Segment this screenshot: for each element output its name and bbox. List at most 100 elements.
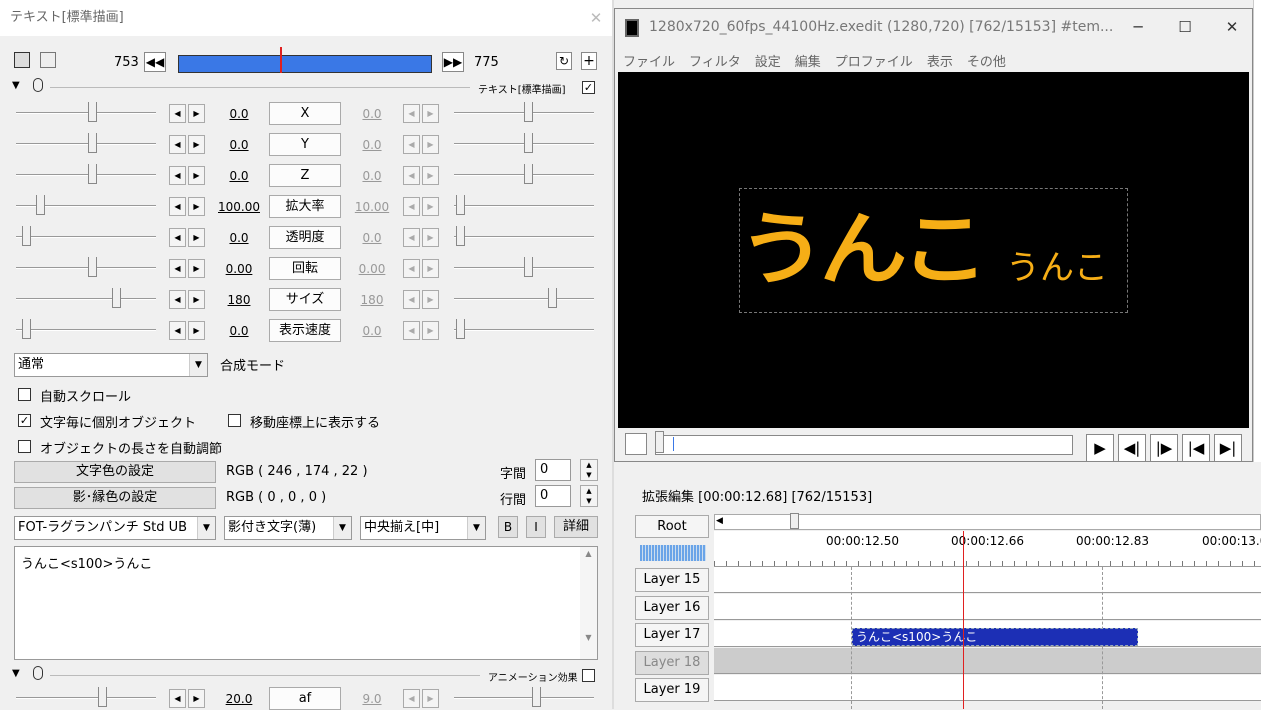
increment-icon[interactable]: ▶ — [188, 228, 205, 247]
right-slider-thumb[interactable] — [524, 102, 533, 122]
property-button[interactable]: af — [269, 687, 341, 710]
decrement-icon[interactable]: ◀ — [169, 259, 186, 278]
increment-icon[interactable]: ▶ — [188, 321, 205, 340]
right-slider-track[interactable] — [454, 236, 594, 238]
property-button[interactable]: サイズ — [269, 288, 341, 311]
right-value[interactable]: 180 — [347, 293, 397, 307]
detail-button[interactable]: 詳細 — [554, 516, 598, 538]
left-slider-thumb[interactable] — [22, 319, 31, 339]
right-slider-thumb[interactable] — [524, 257, 533, 277]
right-slider-thumb[interactable] — [532, 687, 541, 707]
maximize-button[interactable]: ☐ — [1162, 9, 1208, 45]
char-spacing-input[interactable]: 0 — [535, 459, 571, 481]
menu-edit[interactable]: 編集 — [795, 55, 821, 70]
line-spacing-stepper[interactable]: ▲ ▼ — [580, 485, 598, 507]
increment-icon[interactable]: ▶ — [188, 689, 205, 708]
layer-row[interactable] — [714, 594, 1261, 620]
increment-icon[interactable]: ▶ — [422, 135, 439, 154]
decrement-icon[interactable]: ◀ — [403, 197, 420, 216]
decrement-icon[interactable]: ◀ — [169, 689, 186, 708]
zoom-indicator[interactable] — [640, 545, 706, 561]
playhead[interactable] — [963, 531, 964, 709]
decrement-icon[interactable]: ◀ — [403, 135, 420, 154]
camera-icon[interactable] — [14, 52, 30, 68]
right-slider-thumb[interactable] — [456, 226, 465, 246]
decrement-icon[interactable]: ◀ — [403, 321, 420, 340]
left-value[interactable]: 20.0 — [214, 692, 264, 706]
left-slider-thumb[interactable] — [22, 226, 31, 246]
prev-frame-icon[interactable]: ◀| — [1118, 434, 1146, 462]
char-spacing-stepper[interactable]: ▲ ▼ — [580, 459, 598, 481]
increment-icon[interactable]: ▶ — [422, 197, 439, 216]
right-slider-track[interactable] — [454, 697, 594, 699]
left-slider-track[interactable] — [16, 298, 156, 300]
left-slider-track[interactable] — [16, 143, 156, 145]
left-slider-track[interactable] — [16, 112, 156, 114]
next-frame-icon[interactable]: |▶ — [1150, 434, 1178, 462]
section-enable-checkbox[interactable]: ✓ — [582, 81, 595, 94]
fast-forward-icon[interactable]: ▶▶ — [442, 52, 464, 72]
increment-icon[interactable]: ▶ — [422, 689, 439, 708]
text-style-select[interactable]: 影付き文字(薄) ▼ — [224, 516, 352, 540]
seek-start-box[interactable] — [625, 433, 647, 455]
menu-filter[interactable]: フィルタ — [689, 55, 741, 70]
menu-file[interactable]: ファイル — [623, 55, 675, 70]
decrement-icon[interactable]: ◀ — [403, 228, 420, 247]
layer-19-button[interactable]: Layer 19 — [635, 678, 709, 702]
right-slider-thumb[interactable] — [456, 195, 465, 215]
property-button[interactable]: Y — [269, 133, 341, 156]
bold-button[interactable]: B — [498, 516, 518, 538]
decrement-icon[interactable]: ◀ — [169, 228, 186, 247]
shadow-color-button[interactable]: 影･縁色の設定 — [14, 487, 216, 509]
right-slider-track[interactable] — [454, 298, 594, 300]
increment-icon[interactable]: ▶ — [422, 166, 439, 185]
layer-row[interactable] — [714, 648, 1261, 674]
add-icon[interactable]: + — [581, 52, 597, 70]
grid-icon[interactable] — [40, 52, 56, 68]
right-value[interactable]: 9.0 — [347, 692, 397, 706]
alignment-select[interactable]: 中央揃え[中] ▼ — [360, 516, 486, 540]
rewind-icon[interactable]: ◀◀ — [144, 52, 166, 72]
property-button[interactable]: Z — [269, 164, 341, 187]
animation-checkbox[interactable] — [582, 669, 595, 682]
layer-15-button[interactable]: Layer 15 — [635, 568, 709, 592]
right-value[interactable]: 0.0 — [347, 169, 397, 183]
property-button[interactable]: 表示速度 — [269, 319, 341, 342]
go-start-icon[interactable]: |◀ — [1182, 434, 1210, 462]
text-color-button[interactable]: 文字色の設定 — [14, 461, 216, 483]
menu-settings[interactable]: 設定 — [755, 55, 781, 70]
left-slider-track[interactable] — [16, 329, 156, 331]
scroll-left-icon[interactable]: ◀ — [716, 516, 723, 526]
property-button[interactable]: X — [269, 102, 341, 125]
decrement-icon[interactable]: ◀ — [169, 290, 186, 309]
increment-icon[interactable]: ▶ — [188, 259, 205, 278]
left-value[interactable]: 180 — [214, 293, 264, 307]
decrement-icon[interactable]: ◀ — [403, 290, 420, 309]
close-button[interactable]: ✕ — [580, 0, 612, 36]
increment-icon[interactable]: ▶ — [188, 104, 205, 123]
right-slider-track[interactable] — [454, 205, 594, 207]
per-char-checkbox[interactable]: ✓ — [18, 414, 31, 427]
right-value[interactable]: 0.00 — [347, 262, 397, 276]
left-slider-thumb[interactable] — [98, 687, 107, 707]
increment-icon[interactable]: ▶ — [422, 104, 439, 123]
left-value[interactable]: 0.0 — [214, 169, 264, 183]
blend-mode-select[interactable]: 通常 ▼ — [14, 353, 208, 377]
seek-thumb[interactable] — [655, 431, 664, 453]
right-slider-thumb[interactable] — [524, 133, 533, 153]
layer-18-button[interactable]: Layer 18 — [635, 651, 709, 675]
font-select[interactable]: FOT-ラグランパンチ Std UB ▼ — [14, 516, 216, 540]
increment-icon[interactable]: ▶ — [422, 321, 439, 340]
menu-other[interactable]: その他 — [967, 55, 1006, 70]
right-slider-track[interactable] — [454, 329, 594, 331]
go-end-icon[interactable]: ▶| — [1214, 434, 1242, 462]
increment-icon[interactable]: ▶ — [188, 166, 205, 185]
collapse-icon[interactable]: ▼ — [12, 80, 20, 91]
decrement-icon[interactable]: ◀ — [403, 689, 420, 708]
left-slider-track[interactable] — [16, 174, 156, 176]
layer-17-button[interactable]: Layer 17 — [635, 623, 709, 647]
right-value[interactable]: 10.00 — [347, 200, 397, 214]
decrement-icon[interactable]: ◀ — [169, 135, 186, 154]
frame-range-bar[interactable] — [178, 55, 432, 73]
decrement-icon[interactable]: ◀ — [169, 321, 186, 340]
